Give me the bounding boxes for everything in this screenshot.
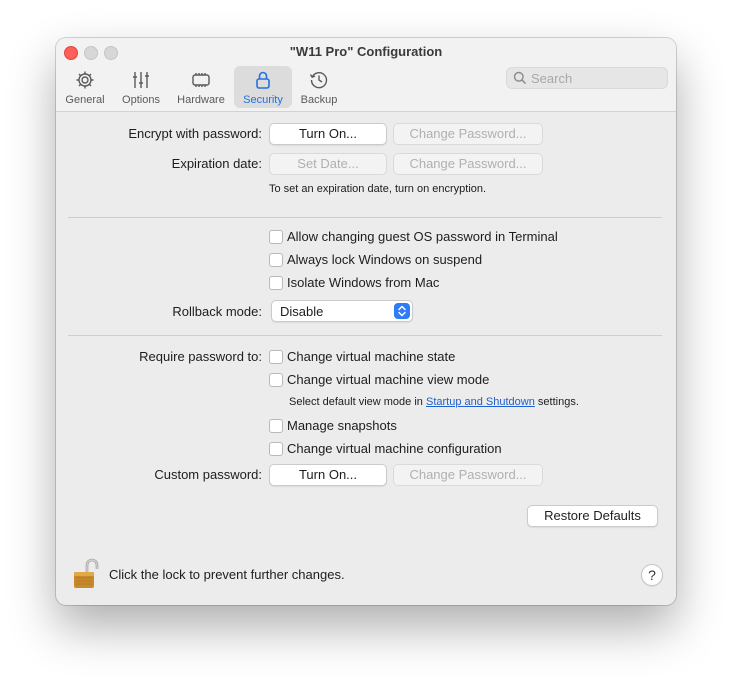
chip-icon [192,73,210,87]
isolate-windows-label: Isolate Windows from Mac [287,275,440,290]
set-date-button[interactable]: Set Date... [269,153,387,175]
require-view-mode-checkbox[interactable] [269,373,283,387]
tab-hardware[interactable]: Hardware [174,66,228,108]
allow-password-change-label: Allow changing guest OS password in Term… [287,229,558,244]
isolate-windows-checkbox[interactable] [269,276,283,290]
tab-general[interactable]: General [62,66,108,108]
tab-label: General [65,94,105,106]
require-configuration-label: Change virtual machine configuration [287,441,502,456]
rollback-mode-select[interactable]: Disable [271,300,413,322]
lock-icon [256,71,270,89]
help-button[interactable]: ? [641,564,663,586]
sliders-icon [133,72,149,88]
chevron-updown-icon [394,303,410,319]
require-password-label: Require password to: [139,349,262,364]
tab-backup[interactable]: Backup [296,66,342,108]
lock-on-suspend-label: Always lock Windows on suspend [287,252,483,267]
view-mode-hint-post: settings. [537,396,579,408]
expiration-change-password-button[interactable]: Change Password... [393,153,543,175]
search-icon [513,71,527,85]
expiration-label: Expiration date: [171,156,262,171]
window-title: "W11 Pro" Configuration [289,44,443,59]
tab-label: Security [243,94,283,106]
require-view-mode-label: Change virtual machine view mode [287,372,490,387]
allow-password-change-checkbox[interactable] [269,230,283,244]
lock-on-suspend-checkbox[interactable] [269,253,283,267]
tab-label: Backup [300,94,338,106]
search-field[interactable] [506,67,668,89]
configuration-window: "W11 Pro" Configuration General Options [56,38,676,605]
search-input[interactable] [531,68,661,88]
custom-turn-on-button[interactable]: Turn On... [269,464,387,486]
encrypt-label: Encrypt with password: [128,126,262,141]
require-snapshots-checkbox[interactable] [269,419,283,433]
padlock-icon[interactable] [72,558,102,590]
toolbar: "W11 Pro" Configuration General Options [56,38,676,112]
view-mode-hint: Select default view mode in Startup and … [289,396,579,408]
tab-options[interactable]: Options [116,66,166,108]
tab-label: Options [122,94,160,106]
view-mode-hint-pre: Select default view mode in [289,396,423,408]
require-vm-state-checkbox[interactable] [269,350,283,364]
gear-icon [76,71,94,89]
rollback-value: Disable [280,304,324,319]
encrypt-turn-on-button[interactable]: Turn On... [269,123,387,145]
custom-password-label: Custom password: [154,467,262,482]
restore-defaults-button[interactable]: Restore Defaults [527,505,658,527]
lock-message: Click the lock to prevent further change… [109,567,345,582]
expiration-hint: To set an expiration date, turn on encry… [269,183,487,195]
encrypt-change-password-button[interactable]: Change Password... [393,123,543,145]
clock-arrow-icon [309,71,328,89]
divider [68,335,662,336]
divider [68,217,662,218]
rollback-label: Rollback mode: [172,304,262,319]
tab-label: Hardware [177,94,225,106]
tab-security[interactable]: Security [234,66,292,108]
require-configuration-checkbox[interactable] [269,442,283,456]
custom-change-password-button[interactable]: Change Password... [393,464,543,486]
require-snapshots-label: Manage snapshots [287,418,397,433]
require-vm-state-label: Change virtual machine state [287,349,456,364]
startup-shutdown-link[interactable]: Startup and Shutdown [426,396,535,408]
